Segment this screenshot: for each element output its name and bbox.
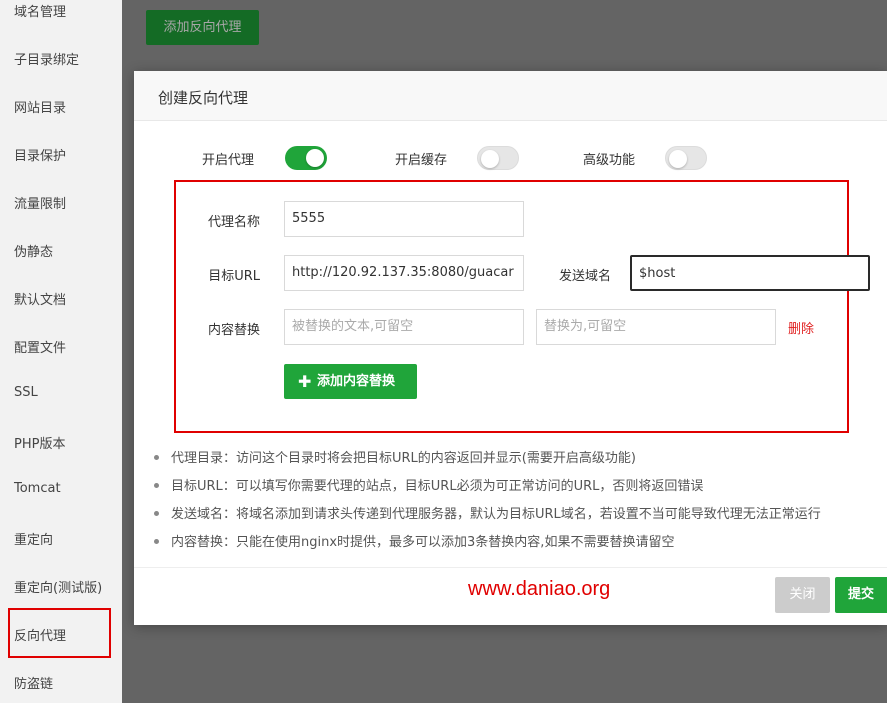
replace-from-input[interactable]: 被替换的文本,可留空	[284, 309, 524, 345]
sidebar-item-hotlink-protect[interactable]: 防盗链	[14, 673, 53, 692]
plus-icon: ✚	[298, 372, 312, 391]
toggle-advanced-switch[interactable]	[665, 146, 707, 170]
sidebar-item-domain[interactable]: 域名管理	[14, 1, 66, 20]
sidebar-item-php-version[interactable]: PHP版本	[14, 433, 65, 452]
sidebar: 域名管理 子目录绑定 网站目录 目录保护 流量限制 伪静态 默认文档 配置文件 …	[0, 0, 122, 703]
note-content-replace: 内容替换：只能在使用nginx时提供，最多可以添加3条替换内容,如果不需要替换请…	[154, 531, 674, 550]
watermark-text: www.daniao.org	[468, 578, 611, 600]
content-replace-label: 内容替换	[207, 323, 260, 338]
sidebar-item-rewrite[interactable]: 伪静态	[14, 241, 53, 260]
note-send-domain: 发送域名：将域名添加到请求头传递到代理服务器，默认为目标URL域名，若设置不当可…	[154, 503, 821, 522]
add-content-replace-label: 添加内容替换	[317, 374, 396, 389]
note-text: 代理目录：访问这个目录时将会把目标URL的内容返回并显示(需要开启高级功能)	[171, 451, 636, 466]
submit-button[interactable]: 提交	[835, 577, 887, 613]
sidebar-item-subdir-binding[interactable]: 子目录绑定	[14, 49, 79, 68]
sidebar-item-tomcat[interactable]: Tomcat	[14, 481, 61, 496]
delete-replace-link[interactable]: 删除	[788, 318, 814, 337]
proxy-name-label: 代理名称	[207, 215, 260, 230]
note-text: 发送域名：将域名添加到请求头传递到代理服务器，默认为目标URL域名，若设置不当可…	[171, 507, 821, 522]
toggle-proxy-switch[interactable]	[285, 146, 327, 170]
add-content-replace-button[interactable]: ✚ 添加内容替换	[284, 364, 417, 399]
note-proxy-dir: 代理目录：访问这个目录时将会把目标URL的内容返回并显示(需要开启高级功能)	[154, 447, 636, 466]
sidebar-item-default-doc[interactable]: 默认文档	[14, 289, 66, 308]
sidebar-item-redirect[interactable]: 重定向	[14, 529, 53, 548]
switch-knob	[481, 150, 499, 168]
toggle-cache-switch[interactable]	[477, 146, 519, 170]
replace-to-input[interactable]: 替换为,可留空	[536, 309, 776, 345]
target-url-label: 目标URL	[208, 269, 260, 284]
proxy-name-input[interactable]: 5555	[284, 201, 524, 237]
sidebar-item-config-file[interactable]: 配置文件	[14, 337, 66, 356]
bullet-icon	[154, 539, 159, 544]
bullet-icon	[154, 511, 159, 516]
note-target-url: 目标URL：可以填写你需要代理的站点，目标URL必须为可正常访问的URL，否则将…	[154, 475, 703, 494]
close-button[interactable]: 关闭	[775, 577, 830, 613]
dialog-header: 创建反向代理	[134, 71, 887, 121]
sidebar-item-ssl[interactable]: SSL	[14, 385, 38, 400]
sidebar-item-site-dir[interactable]: 网站目录	[14, 97, 66, 116]
sidebar-item-traffic-limit[interactable]: 流量限制	[14, 193, 66, 212]
sidebar-item-redirect-beta[interactable]: 重定向(测试版)	[14, 577, 102, 596]
switch-knob	[669, 150, 687, 168]
bullet-icon	[154, 455, 159, 460]
toggle-cache-label: 开启缓存	[395, 153, 448, 168]
target-url-input[interactable]: http://120.92.137.35:8080/guacar	[284, 255, 524, 291]
bullet-icon	[154, 483, 159, 488]
note-text: 内容替换：只能在使用nginx时提供，最多可以添加3条替换内容,如果不需要替换请…	[171, 535, 675, 550]
send-domain-input[interactable]: $host	[630, 255, 870, 291]
active-item-highlight	[8, 608, 111, 658]
sidebar-item-dir-protect[interactable]: 目录保护	[14, 145, 66, 164]
toggle-proxy-label: 开启代理	[202, 153, 255, 168]
switch-knob	[306, 149, 324, 167]
toggle-advanced-label: 高级功能	[583, 153, 636, 168]
note-text: 目标URL：可以填写你需要代理的站点，目标URL必须为可正常访问的URL，否则将…	[171, 479, 704, 494]
dialog-title: 创建反向代理	[158, 89, 249, 107]
send-domain-label: 发送域名	[558, 269, 611, 284]
